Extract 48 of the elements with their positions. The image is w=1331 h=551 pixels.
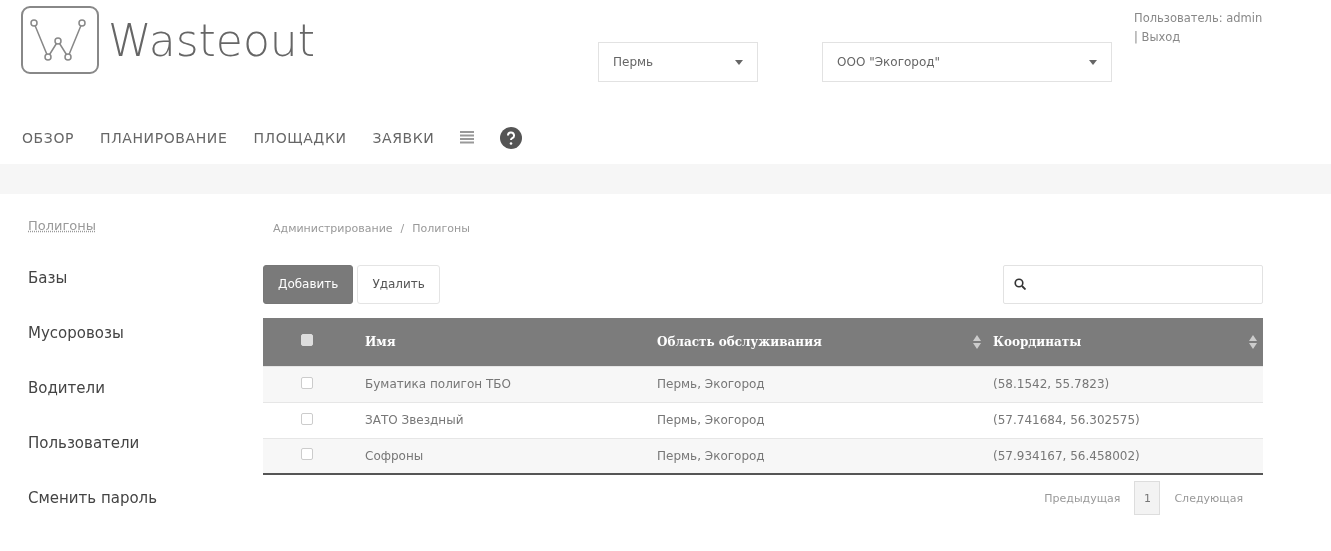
nav-link[interactable]: ЗАЯВКИ — [372, 130, 435, 146]
table-cell: Пермь, Экогород — [657, 413, 765, 427]
breadcrumb-item[interactable]: Администрирование — [273, 221, 393, 235]
table-cell: (58.1542, 55.7823) — [993, 377, 1110, 391]
brand-name: Wasteout — [108, 14, 315, 66]
table-cell: Пермь, Экогород — [657, 448, 765, 463]
company-select[interactable]: ООО "Экогород" — [822, 42, 1112, 82]
column-header: Имя — [365, 334, 396, 349]
help-icon[interactable] — [500, 127, 523, 149]
select-all-checkbox[interactable] — [301, 334, 313, 347]
sidebar-item[interactable]: Базы — [28, 250, 68, 305]
menu-icon[interactable] — [460, 131, 475, 145]
sidebar-item[interactable]: Пользователи — [28, 415, 140, 470]
nav-link[interactable]: ПЛОЩАДКИ — [253, 130, 347, 146]
row-checkbox[interactable] — [301, 448, 313, 461]
page-link[interactable]: 1 — [1134, 481, 1161, 515]
previous-link[interactable]: Предыдущая — [1044, 491, 1121, 505]
nav-link[interactable]: ОБЗОР — [22, 130, 75, 146]
caret-icon — [735, 59, 743, 65]
city-select[interactable]: Пермь — [598, 42, 758, 82]
sidebar-item[interactable]: Полигоны — [28, 200, 97, 250]
logo-icon — [20, 5, 100, 75]
table-cell: (57.934167, 56.458002) — [993, 448, 1140, 463]
row-checkbox[interactable] — [301, 376, 313, 389]
table-cell: ЗАТО Звездный — [365, 413, 464, 427]
delete-button[interactable]: Удалить — [357, 264, 440, 304]
table-cell: (57.741684, 56.302575) — [993, 413, 1140, 427]
table-cell: Софроны — [365, 448, 424, 463]
caret-icon — [1089, 59, 1097, 65]
nav-link[interactable]: ПЛАНИРОВАНИЕ — [100, 130, 228, 146]
user-label: Пользователь: admin — [1134, 11, 1263, 25]
sort-icon[interactable] — [1249, 334, 1257, 349]
breadcrumb-item: Полигоны — [412, 221, 470, 235]
table-cell: Буматика полигон ТБО — [365, 377, 511, 391]
row-checkbox[interactable] — [301, 412, 313, 425]
logout-link[interactable]: | Выход — [1134, 30, 1263, 44]
next-link[interactable]: Следующая — [1174, 491, 1243, 505]
sidebar-item[interactable]: Сменить пароль — [28, 470, 158, 525]
sort-icon[interactable] — [973, 334, 981, 349]
table-cell: Пермь, Экогород — [657, 377, 765, 391]
column-header[interactable]: Координаты — [993, 334, 1082, 349]
column-header[interactable]: Область обслуживания — [657, 334, 822, 349]
add-button[interactable]: Добавить — [263, 264, 354, 304]
search-field[interactable] — [1003, 264, 1263, 304]
sidebar-item[interactable]: Водители — [28, 360, 105, 415]
search-icon — [1014, 278, 1026, 290]
sidebar-item[interactable]: Мусоровозы — [28, 305, 124, 360]
breadcrumb-separator: / — [400, 221, 405, 235]
